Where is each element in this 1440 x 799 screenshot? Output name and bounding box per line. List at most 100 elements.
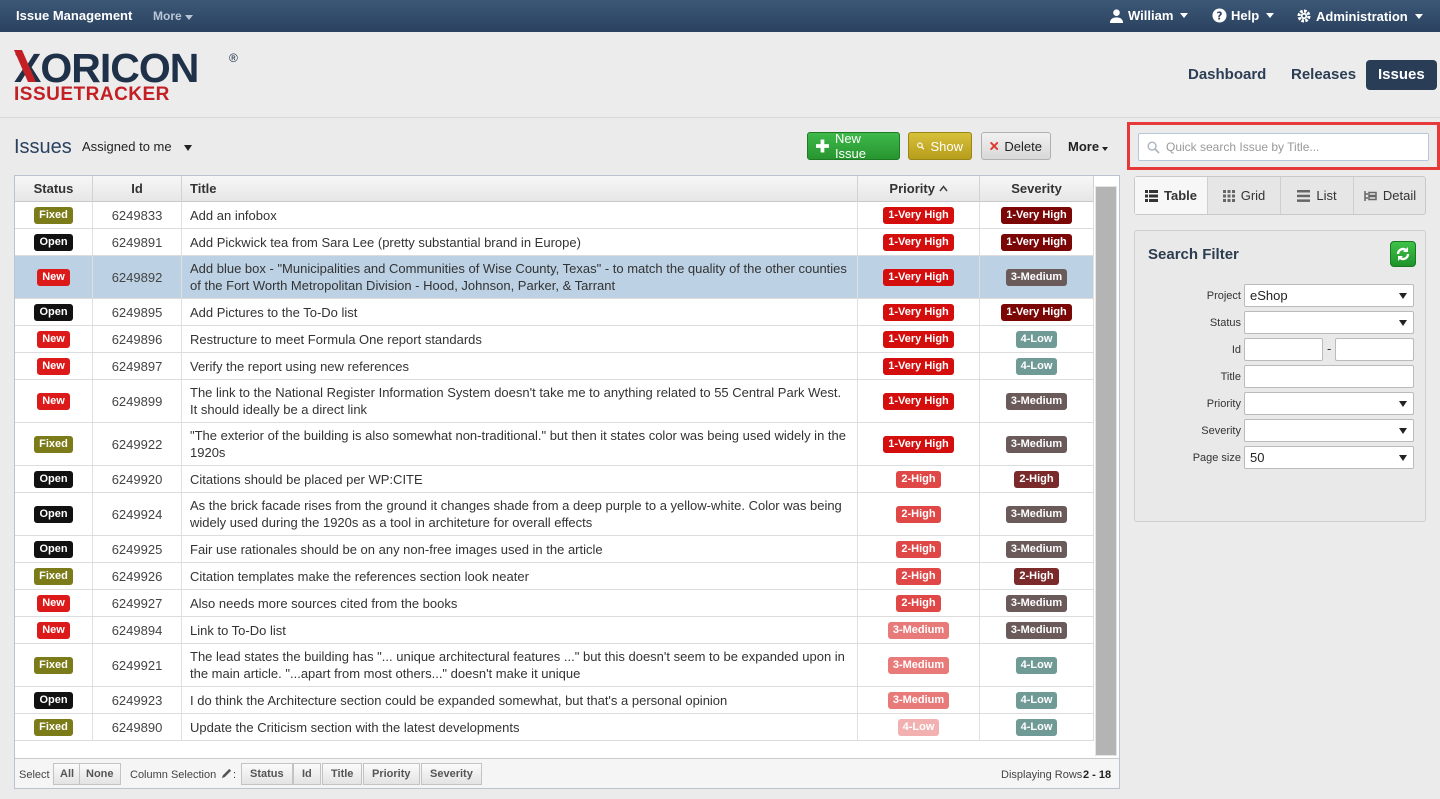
severity-cell: 3-Medium (980, 617, 1094, 643)
status-badge: New (37, 268, 70, 286)
tab-list-view[interactable]: List (1281, 177, 1354, 214)
table-row[interactable]: Open 6249891 Add Pickwick tea from Sara Le… (15, 229, 1094, 256)
title-input[interactable] (1244, 365, 1414, 388)
severity-select[interactable] (1244, 419, 1414, 442)
chevron-down-icon (1102, 147, 1109, 151)
priority-cell: 3-Medium (858, 617, 980, 643)
priority-cell: 3-Medium (858, 687, 980, 713)
id-cell: 6249891 (93, 229, 182, 255)
table-row[interactable]: New 6249896 Restructure to meet Formula On… (15, 326, 1094, 353)
tab-table-view[interactable]: Table (1135, 177, 1208, 214)
nav-releases[interactable]: Releases (1279, 60, 1368, 90)
status-cell: Fixed (15, 714, 93, 740)
delete-button[interactable]: Delete (981, 132, 1051, 160)
status-badge: New (37, 330, 70, 348)
status-badge: Open (34, 505, 73, 523)
status-select[interactable] (1244, 311, 1414, 334)
table-row[interactable]: Open 6249924 As the brick facade rises fro… (15, 493, 1094, 536)
table-row[interactable]: New 6249927 Also needs more sources cited … (15, 590, 1094, 617)
priority-badge: 1-Very High (883, 233, 954, 251)
nav-issues[interactable]: Issues (1366, 60, 1437, 90)
id-from-input[interactable] (1244, 338, 1323, 361)
table-row[interactable]: New 6249894 Link to To-Do list 3-Medium 3-Me… (15, 617, 1094, 644)
severity-badge: 3-Medium (1005, 505, 1068, 523)
column-header-priority-label: Priority (889, 181, 935, 196)
chevron-down-icon[interactable] (184, 145, 192, 151)
column-header-status[interactable]: Status (15, 176, 93, 202)
tab-grid-view[interactable]: Grid (1208, 177, 1281, 214)
nav-dashboard[interactable]: Dashboard (1176, 60, 1278, 90)
help-menu[interactable]: ? Help (1212, 8, 1275, 23)
chevron-down-icon (184, 15, 193, 20)
show-button[interactable]: Show (908, 132, 972, 160)
severity-cell: 4-Low (980, 687, 1094, 713)
severity-label: Severity (1201, 425, 1241, 437)
status-badge: Open (34, 691, 73, 709)
column-toggle-status[interactable]: Status (241, 763, 293, 785)
chevron-down-icon (1399, 320, 1407, 326)
table-row[interactable]: Open 6249920 Citations should be placed pe… (15, 466, 1094, 493)
refresh-filter-button[interactable] (1390, 241, 1416, 267)
displaying-rows-range: 2 - 18 (1083, 769, 1112, 781)
priority-badge: 1-Very High (883, 392, 954, 410)
column-toggle-severity[interactable]: Severity (421, 763, 482, 785)
select-all-button[interactable]: All (53, 763, 82, 785)
priority-badge: 2-High (896, 470, 941, 488)
page-size-select[interactable]: 50 (1244, 446, 1414, 469)
quick-search-box[interactable] (1138, 133, 1429, 161)
title-cell: I do think the Architecture section coul… (182, 687, 858, 713)
more-actions-menu[interactable]: More (1068, 139, 1109, 154)
table-row[interactable]: Open 6249895 Add Pictures to the To-Do lis… (15, 299, 1094, 326)
column-header-priority[interactable]: Priority (858, 176, 980, 202)
priority-select[interactable] (1244, 392, 1414, 415)
table-row[interactable]: Fixed 6249833 Add an infobox 1-Very High 1-V… (15, 202, 1094, 229)
column-selection-colon: : (233, 769, 237, 781)
user-menu[interactable]: William (1109, 8, 1189, 23)
column-toggle-id[interactable]: Id (293, 763, 321, 785)
table-row[interactable]: Fixed 6249926 Citation templates make the … (15, 563, 1094, 590)
topbar-more-menu[interactable]: More (153, 9, 193, 23)
table-row[interactable]: New 6249892 Add blue box - "Municipalities… (15, 256, 1094, 299)
priority-badge: 2-High (896, 505, 941, 523)
administration-menu[interactable]: Administration (1296, 8, 1423, 24)
table-row[interactable]: Fixed 6249921 The lead states the building… (15, 644, 1094, 687)
delete-x-icon (990, 142, 999, 150)
assigned-filter-select[interactable]: Assigned to me (82, 139, 172, 154)
table-row[interactable]: Open 6249923 I do think the Architecture s… (15, 687, 1094, 714)
priority-cell: 1-Very High (858, 229, 980, 255)
severity-badge: 3-Medium (1005, 435, 1068, 453)
tab-detail-view[interactable]: Detail (1354, 177, 1426, 214)
status-badge: New (37, 621, 70, 639)
id-cell: 6249899 (93, 380, 182, 422)
column-header-severity[interactable]: Severity (980, 176, 1094, 202)
xoricon-logo[interactable]: XORICON ® ISSUETRACKER (14, 46, 254, 104)
column-header-title[interactable]: Title (182, 176, 858, 202)
column-toggle-priority[interactable]: Priority (363, 763, 420, 785)
id-to-input[interactable] (1335, 338, 1414, 361)
status-cell: Open (15, 687, 93, 713)
table-row[interactable]: New 6249897 Verify the report using new re… (15, 353, 1094, 380)
title-cell: Add an infobox (182, 202, 858, 228)
priority-badge: 2-High (896, 540, 941, 558)
pencil-icon[interactable] (221, 768, 232, 779)
app-header: XORICON ® ISSUETRACKER Dashboard Release… (0, 32, 1440, 118)
app-brand-link[interactable]: Issue Management (16, 8, 132, 23)
new-issue-button[interactable]: New Issue (807, 131, 900, 161)
quick-search-input[interactable] (1166, 140, 1416, 154)
vertical-scrollbar-thumb[interactable] (1096, 187, 1116, 755)
table-row[interactable]: Fixed 6249922 "The exterior of the buildin… (15, 423, 1094, 466)
project-select[interactable]: eShop (1244, 284, 1414, 307)
table-row[interactable]: New 6249899 The link to the National Regis… (15, 380, 1094, 423)
view-mode-tabs: Table Grid List Detail (1134, 176, 1426, 215)
svg-text:®: ® (229, 51, 238, 65)
severity-badge: 3-Medium (1005, 392, 1068, 410)
status-badge: New (37, 594, 70, 612)
priority-badge: 1-Very High (883, 330, 954, 348)
table-row[interactable]: Open 6249925 Fair use rationales should be… (15, 536, 1094, 563)
column-toggle-title[interactable]: Title (322, 763, 363, 785)
table-row[interactable]: Fixed 6249890 Update the Criticism section… (15, 714, 1094, 741)
column-header-id[interactable]: Id (93, 176, 182, 202)
select-none-button[interactable]: None (79, 763, 121, 785)
title-cell: Update the Criticism section with the la… (182, 714, 858, 740)
grid-view-icon (1222, 189, 1235, 202)
